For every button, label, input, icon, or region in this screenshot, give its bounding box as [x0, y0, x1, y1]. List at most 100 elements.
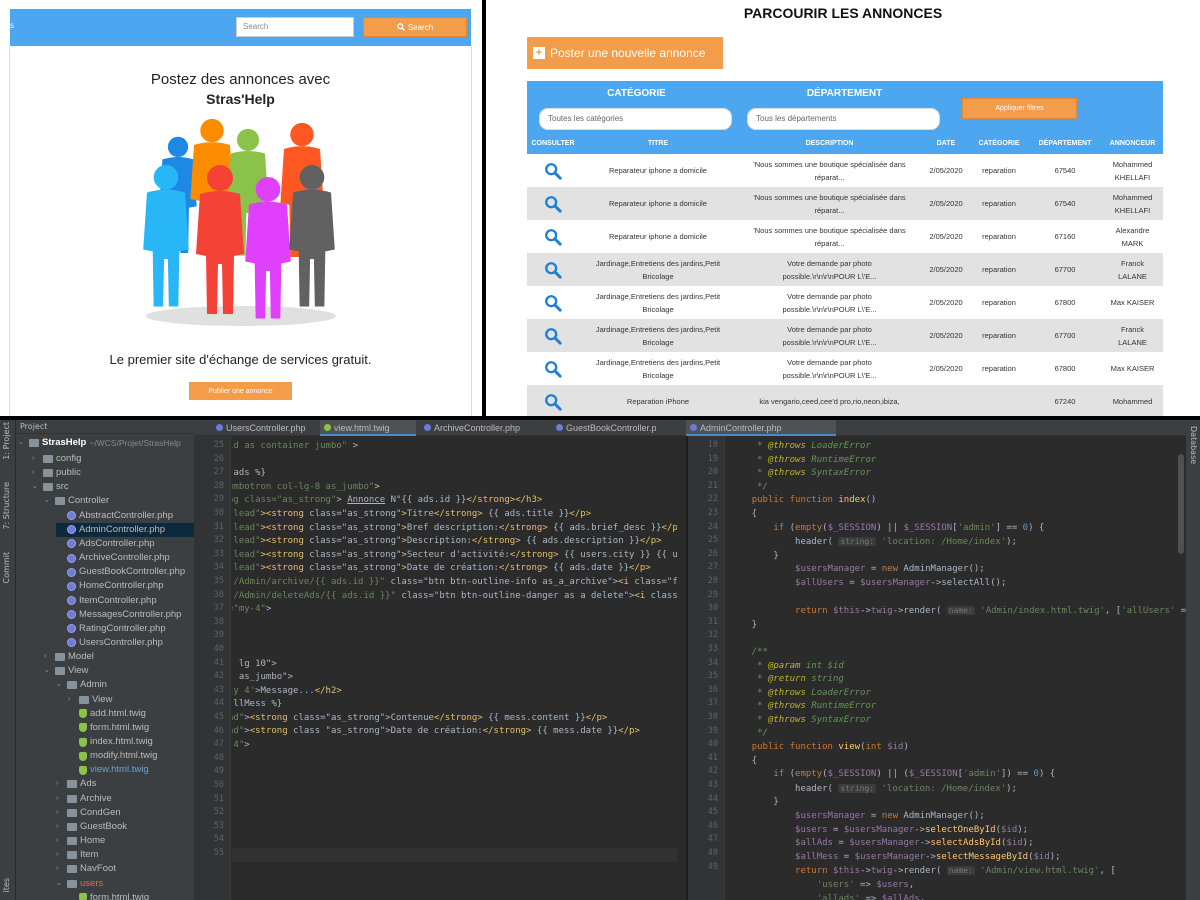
tool-structure[interactable]: 7: Structure [2, 482, 11, 530]
tree-node[interactable]: › Item [56, 848, 194, 862]
folder-icon [67, 851, 77, 860]
line-number: 20 [707, 467, 718, 478]
tree-node[interactable]: ArchiveController.php [56, 551, 194, 565]
tree-node[interactable]: ⌄ Controller [44, 494, 194, 508]
tree-root[interactable]: ⌄ StrasHelp ~/WCS/Projet/StrasHelp [18, 436, 181, 450]
consult-cell[interactable] [527, 385, 579, 416]
tree-node[interactable]: › Home [56, 834, 194, 848]
post-ad-button[interactable]: + Poster une nouvelle annonce [527, 37, 723, 69]
consult-cell[interactable] [527, 253, 579, 286]
tree-node[interactable]: form.html.twig [68, 721, 194, 735]
tool-project[interactable]: 1: Project [2, 422, 11, 460]
tree-node[interactable]: modify.html.twig [68, 749, 194, 763]
consult-cell[interactable] [527, 220, 579, 253]
tree-node[interactable]: › View [68, 693, 194, 707]
apply-filters-button[interactable]: Appliquer filtres [962, 98, 1077, 119]
chevron-down-icon[interactable]: ⌄ [56, 877, 64, 891]
line-number: 31 [707, 616, 718, 627]
tree-node[interactable]: AbstractController.php [56, 509, 194, 523]
tool-favorites[interactable]: ites [2, 878, 11, 892]
consult-cell[interactable] [527, 286, 579, 319]
consult-cell[interactable] [527, 154, 579, 187]
tree-node[interactable]: › Archive [56, 792, 194, 806]
chevron-right-icon[interactable]: › [56, 820, 64, 834]
tree-node[interactable]: index.html.twig [68, 735, 194, 749]
editor-tab[interactable]: ArchiveController.php [420, 420, 548, 436]
chevron-right-icon[interactable]: › [56, 848, 64, 862]
consult-cell[interactable] [527, 352, 579, 385]
editor-tab[interactable]: GuestBookController.p [552, 420, 670, 436]
chevron-down-icon[interactable]: ⌄ [32, 480, 40, 494]
consult-cell[interactable] [527, 187, 579, 220]
consult-cell[interactable] [527, 319, 579, 352]
chevron-right-icon[interactable]: › [32, 452, 40, 466]
tool-commit[interactable]: Commit [2, 552, 11, 583]
tree-node-label: ArchiveController.php [79, 552, 170, 564]
magnifier-icon[interactable] [544, 360, 562, 378]
scrollbar-right[interactable] [1178, 454, 1184, 554]
chevron-right-icon[interactable]: › [56, 792, 64, 806]
tree-node[interactable]: ⌄ src [32, 480, 194, 494]
magnifier-icon[interactable] [544, 261, 562, 279]
ad-author-first: Max KAISER [1110, 298, 1155, 307]
filter-category-select[interactable]: Toutes les catégories [539, 108, 732, 130]
editor-twig[interactable]: id as container jumbo" > .ads %} umbotro… [232, 436, 677, 900]
chevron-right-icon[interactable]: › [56, 806, 64, 820]
tree-node-label: View [68, 665, 89, 677]
folder-icon [67, 822, 77, 831]
magnifier-icon[interactable] [544, 327, 562, 345]
tree-node[interactable]: HomeController.php [56, 579, 194, 593]
tree-node[interactable]: › public [32, 466, 194, 480]
tree-node[interactable]: ⌄ users [56, 877, 194, 891]
line-number: 32 [213, 535, 224, 546]
editor-tab[interactable]: UsersController.php [212, 420, 317, 436]
tree-node[interactable]: form.html.twig [68, 891, 194, 900]
magnifier-icon[interactable] [544, 393, 562, 411]
chevron-right-icon[interactable]: › [68, 693, 76, 707]
navbar-brand[interactable]: s [10, 21, 14, 30]
chevron-right-icon[interactable]: › [56, 862, 64, 876]
project-label[interactable]: Project [20, 422, 47, 431]
department-cell: 67540 [1028, 187, 1102, 220]
tree-node[interactable]: add.html.twig [68, 707, 194, 721]
tree-node-label: NavFoot [80, 863, 116, 875]
tree-node[interactable]: UsersController.php [56, 636, 194, 650]
scrollbar-left[interactable] [677, 436, 685, 900]
tree-node[interactable]: RatingController.php [56, 622, 194, 636]
tree-node[interactable]: › NavFoot [56, 862, 194, 876]
chevron-down-icon[interactable]: ⌄ [56, 678, 64, 692]
chevron-right-icon[interactable]: › [56, 834, 64, 848]
search-button[interactable]: Search [363, 17, 467, 37]
tree-node[interactable]: › Model [44, 650, 194, 664]
tree-node[interactable]: view.html.twig [68, 763, 194, 777]
publish-ad-button[interactable]: Publier une annonce [189, 382, 292, 400]
editor-tab[interactable]: view.html.twig [320, 420, 416, 436]
tree-node[interactable]: ItemController.php [56, 594, 194, 608]
tree-node[interactable]: AdminController.php [56, 522, 194, 537]
ad-desc-line1: 'Nous sommes une boutique spécialisée da… [753, 225, 906, 235]
search-input[interactable]: Search [236, 17, 354, 37]
magnifier-icon[interactable] [544, 228, 562, 246]
chevron-down-icon[interactable]: ⌄ [44, 664, 52, 678]
tree-node[interactable]: › Ads [56, 777, 194, 791]
tree-node[interactable]: › GuestBook [56, 820, 194, 834]
editor-php[interactable]: * @throws LoaderError * @throws RuntimeE… [726, 436, 1186, 900]
tree-node[interactable]: ⌄ View [44, 664, 194, 678]
tree-node[interactable]: AdsController.php [56, 537, 194, 551]
tree-node[interactable]: ⌄ Admin [56, 678, 194, 692]
filter-department-select[interactable]: Tous les départements [747, 108, 940, 130]
tool-database[interactable]: Database [1189, 426, 1198, 464]
chevron-right-icon[interactable]: › [44, 650, 52, 664]
chevron-down-icon[interactable]: ⌄ [44, 494, 52, 508]
editor-tab[interactable]: AdminController.php [686, 420, 836, 436]
tree-node[interactable]: › CondGen [56, 806, 194, 820]
magnifier-icon[interactable] [544, 162, 562, 180]
tree-node[interactable]: › config [32, 452, 194, 466]
php-file-icon [690, 424, 697, 431]
chevron-right-icon[interactable]: › [32, 466, 40, 480]
tree-node[interactable]: GuestBookController.php [56, 565, 194, 579]
tree-node[interactable]: MessagesController.php [56, 608, 194, 622]
chevron-right-icon[interactable]: › [56, 777, 64, 791]
magnifier-icon[interactable] [544, 195, 562, 213]
magnifier-icon[interactable] [544, 294, 562, 312]
